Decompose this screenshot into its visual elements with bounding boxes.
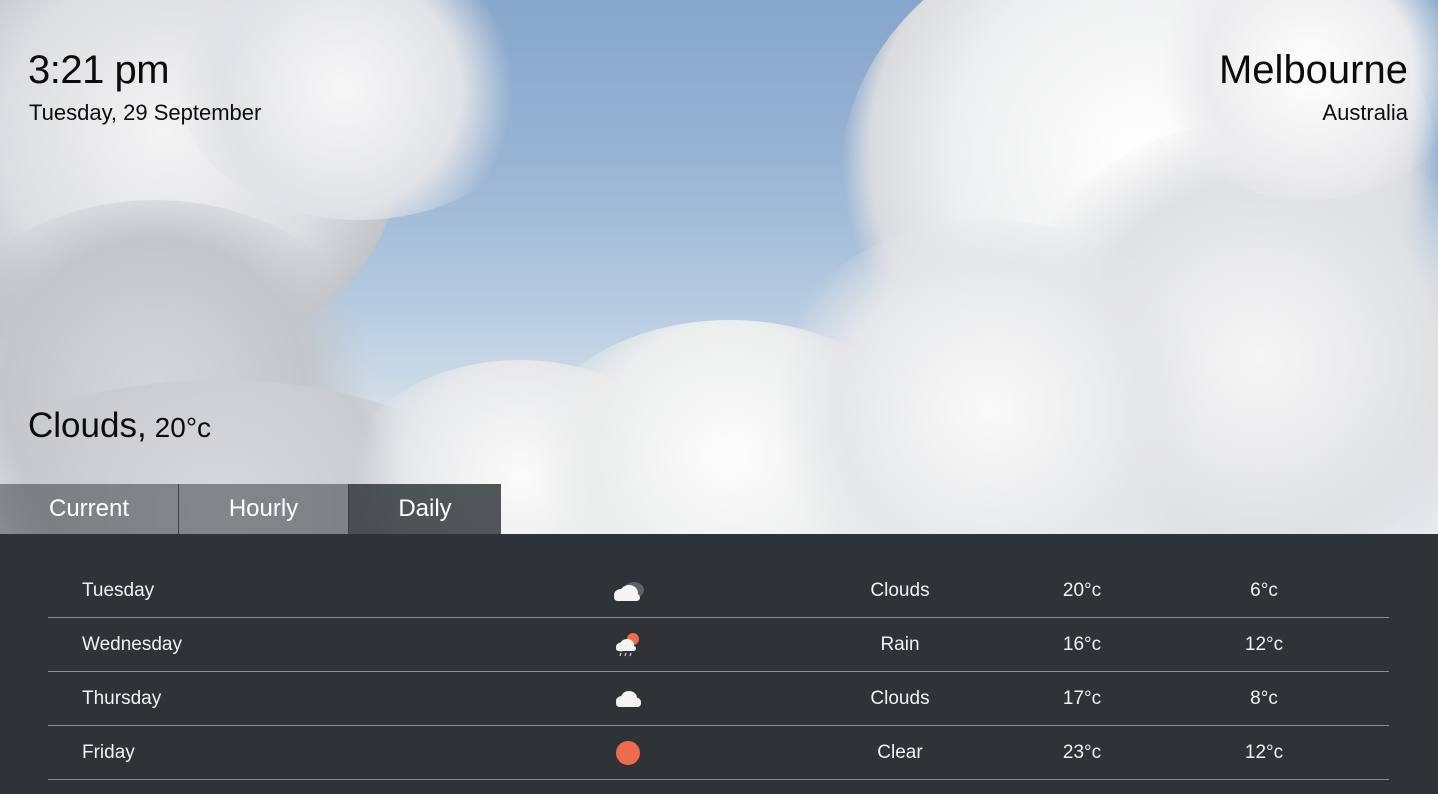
forecast-day: Thursday <box>82 687 162 709</box>
forecast-low: 12°c <box>1244 741 1284 763</box>
forecast-condition: Clear <box>877 741 923 763</box>
current-condition: Clouds, <box>28 406 147 445</box>
forecast-high: 23°c <box>1062 741 1102 763</box>
forecast-row: Thursday Clouds 17°c 8°c <box>48 672 1389 726</box>
tab-current[interactable]: Current <box>0 484 179 534</box>
forecast-low: 12°c <box>1244 633 1284 655</box>
forecast-low: 8°c <box>1250 687 1278 709</box>
current-time: 3:21 pm <box>28 48 170 92</box>
forecast-day: Friday <box>82 741 135 763</box>
view-tabs: Current Hourly Daily <box>0 484 501 534</box>
cloud-icon <box>608 672 648 725</box>
forecast-low: 6°c <box>1250 579 1278 601</box>
forecast-row: Friday Clear 23°c 12°c <box>48 726 1389 780</box>
forecast-condition: Clouds <box>870 579 930 601</box>
rain-icon <box>608 618 648 671</box>
forecast-high: 20°c <box>1062 579 1102 601</box>
current-date: Tuesday, 29 September <box>29 100 262 125</box>
city-name: Melbourne <box>1218 48 1408 92</box>
sun-icon <box>608 726 648 779</box>
daily-forecast-list: Tuesday Clouds 20°c 6°c Wednesday Rain 1… <box>48 564 1389 780</box>
forecast-row: Tuesday Clouds 20°c 6°c <box>48 564 1389 618</box>
forecast-condition: Clouds <box>870 687 930 709</box>
daily-forecast-panel: Tuesday Clouds 20°c 6°c Wednesday Rain 1… <box>0 534 1438 794</box>
current-conditions: Clouds, 20°c <box>28 406 211 446</box>
cloud-icon <box>608 564 648 617</box>
forecast-high: 16°c <box>1062 633 1102 655</box>
forecast-day: Tuesday <box>82 579 155 601</box>
tab-hourly[interactable]: Hourly <box>179 484 349 534</box>
sky-background: 3:21 pm Tuesday, 29 September Melbourne … <box>0 0 1438 534</box>
forecast-day: Wednesday <box>82 633 182 655</box>
country-name: Australia <box>1322 100 1408 125</box>
current-temperature: 20°c <box>154 412 212 443</box>
forecast-condition: Rain <box>880 633 920 655</box>
tab-daily[interactable]: Daily <box>349 484 501 534</box>
forecast-row: Wednesday Rain 16°c 12°c <box>48 618 1389 672</box>
forecast-high: 17°c <box>1062 687 1102 709</box>
